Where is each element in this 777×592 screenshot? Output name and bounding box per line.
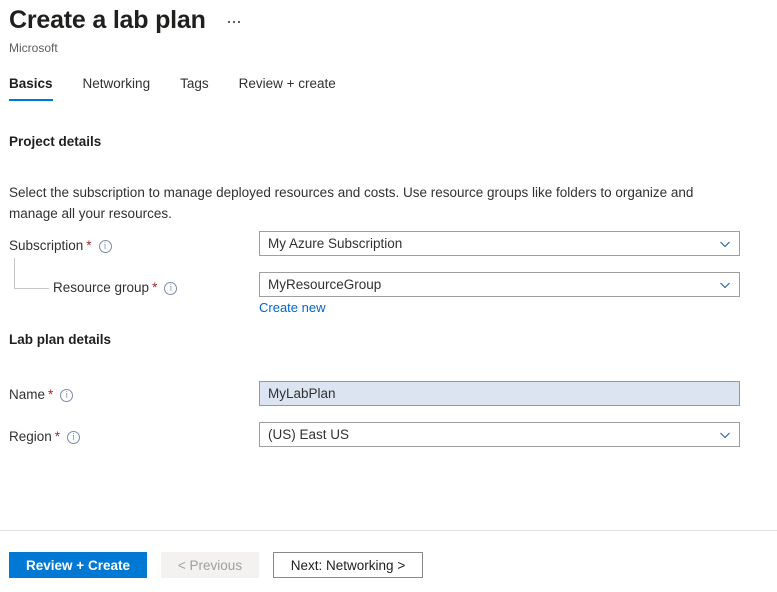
region-dropdown[interactable]: (US) East US: [259, 422, 740, 447]
region-label: Region * i: [9, 428, 81, 446]
region-label-text: Region: [9, 429, 52, 444]
page-header: Create a lab plan Microsoft: [9, 4, 777, 56]
title-row: Create a lab plan: [9, 4, 777, 36]
create-new-resource-group-link[interactable]: Create new: [259, 299, 325, 316]
required-marker: *: [48, 387, 54, 402]
tab-basics[interactable]: Basics: [9, 75, 53, 101]
resource-group-label-text: Resource group: [53, 280, 150, 295]
info-icon[interactable]: i: [98, 239, 112, 253]
ellipsis-dot: [227, 21, 230, 23]
resource-group-value: MyResourceGroup: [268, 277, 382, 292]
ellipsis-dot: [237, 21, 240, 23]
info-icon[interactable]: i: [60, 388, 74, 402]
name-value: MyLabPlan: [268, 386, 336, 401]
lab-plan-details-heading: Lab plan details: [9, 332, 112, 347]
tab-tags[interactable]: Tags: [180, 75, 209, 101]
subscription-label-text: Subscription: [9, 238, 84, 253]
info-icon[interactable]: i: [67, 430, 81, 444]
tab-networking[interactable]: Networking: [83, 75, 151, 101]
ellipsis-dot: [232, 21, 235, 23]
info-icon[interactable]: i: [164, 281, 178, 295]
footer-divider: [0, 530, 777, 531]
page-title: Create a lab plan: [9, 6, 206, 34]
previous-button[interactable]: < Previous: [161, 552, 259, 578]
tab-review-create[interactable]: Review + create: [239, 75, 336, 101]
more-actions-icon[interactable]: [226, 19, 242, 25]
subscription-value: My Azure Subscription: [268, 236, 403, 251]
chevron-down-icon: [719, 279, 731, 291]
review-create-button[interactable]: Review + Create: [9, 552, 147, 578]
project-details-heading: Project details: [9, 134, 102, 149]
name-label-text: Name: [9, 387, 46, 402]
next-networking-button[interactable]: Next: Networking >: [273, 552, 423, 578]
chevron-down-icon: [719, 429, 731, 441]
name-label: Name * i: [9, 386, 74, 404]
required-marker: *: [86, 238, 92, 253]
project-details-description: Select the subscription to manage deploy…: [9, 185, 694, 221]
name-input[interactable]: MyLabPlan: [259, 381, 740, 406]
tab-bar: Basics Networking Tags Review + create: [9, 75, 366, 101]
region-value: (US) East US: [268, 427, 350, 442]
subscription-dropdown[interactable]: My Azure Subscription: [259, 231, 740, 256]
resource-group-label: Resource group * i: [53, 279, 178, 297]
footer-actions: Review + Create < Previous Next: Network…: [9, 552, 423, 578]
resource-group-dropdown[interactable]: MyResourceGroup: [259, 272, 740, 297]
page-subtitle: Microsoft: [9, 41, 58, 55]
chevron-down-icon: [719, 238, 731, 250]
subscription-resourcegroup-connector: [14, 258, 49, 289]
subscription-label: Subscription * i: [9, 237, 112, 255]
required-marker: *: [152, 280, 158, 295]
required-marker: *: [54, 429, 61, 444]
